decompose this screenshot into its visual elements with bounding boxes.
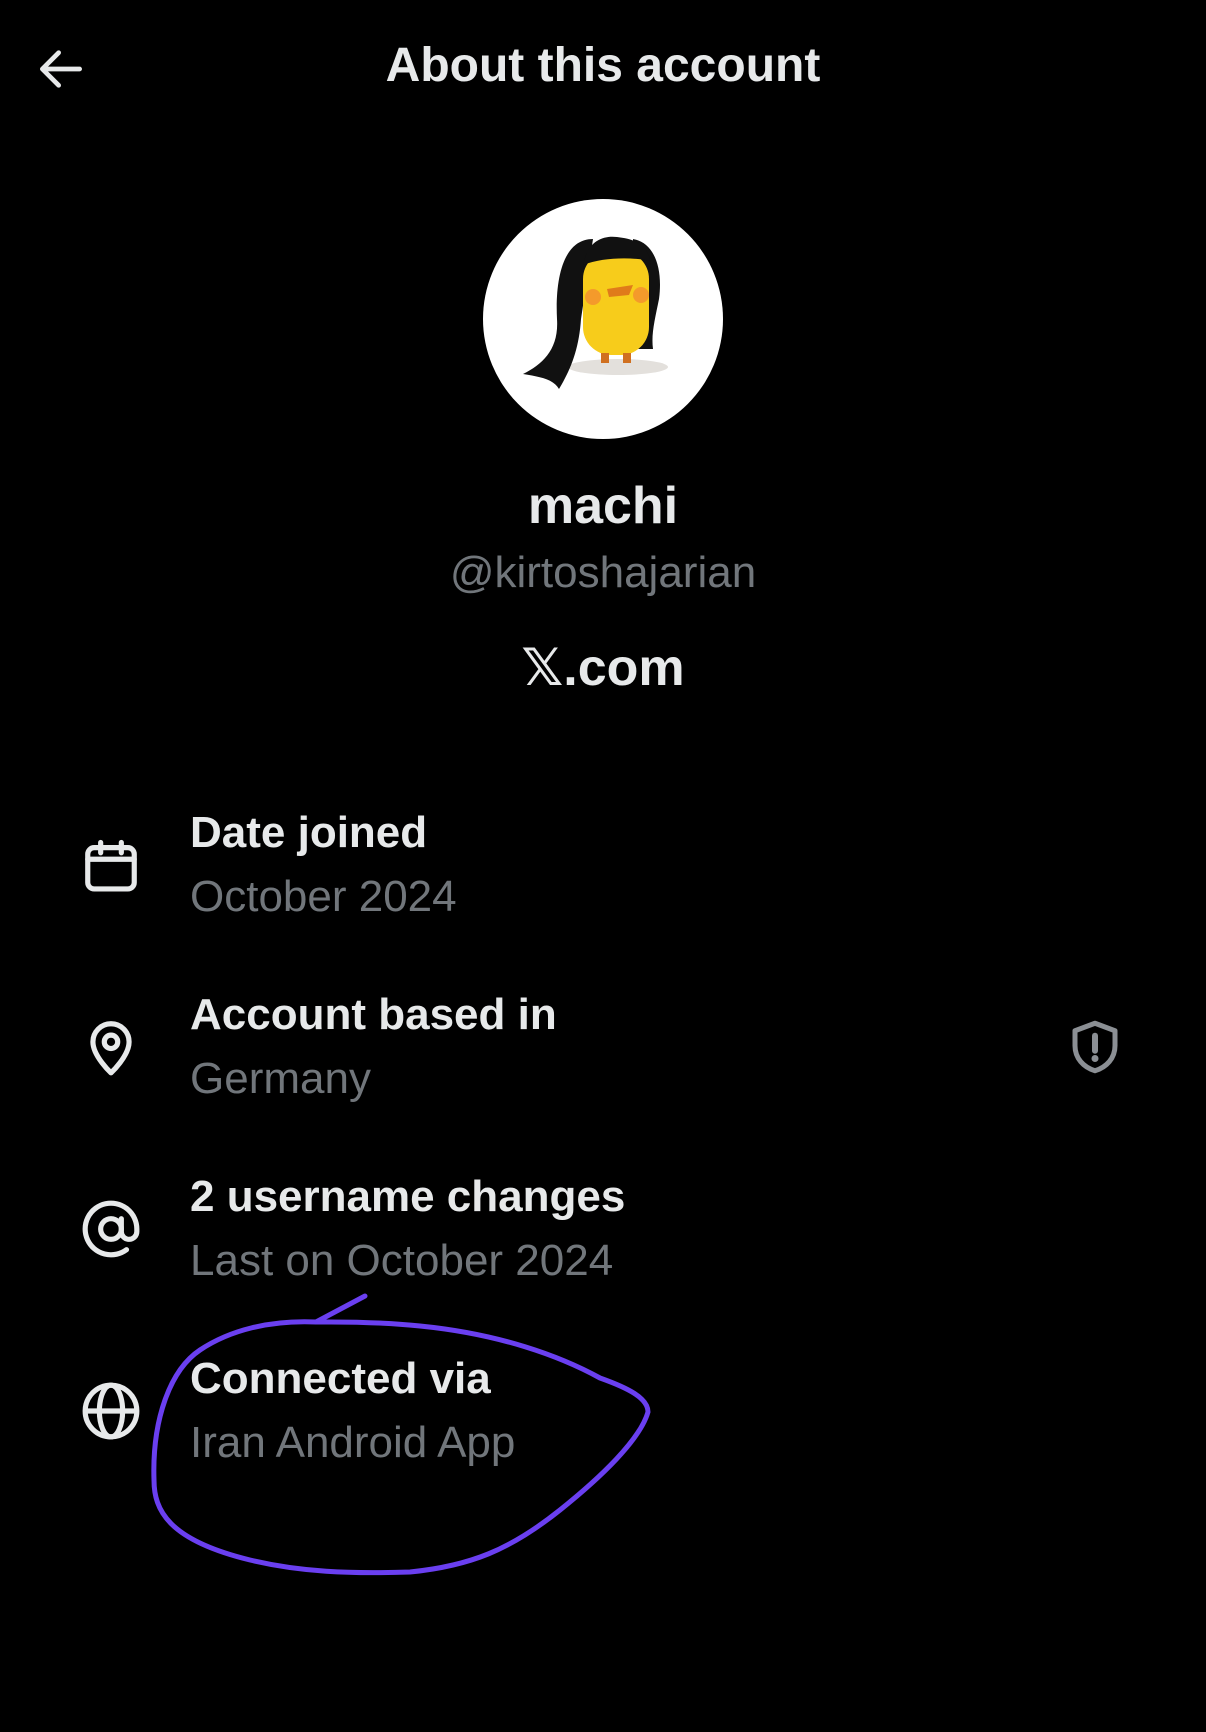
location-pin-icon	[78, 1014, 144, 1080]
x-brand-label: 𝕏.com	[521, 639, 685, 697]
connected-via-label: Connected via	[190, 1354, 491, 1403]
username-handle: @kirtoshajarian	[449, 548, 757, 597]
date-joined-value: October 2024	[190, 872, 457, 921]
account-based-in-value: Germany	[190, 1054, 371, 1103]
username-changes-label: 2 username changes	[190, 1172, 626, 1221]
shield-alert-icon[interactable]	[1062, 1014, 1128, 1080]
at-sign-icon	[78, 1196, 144, 1262]
globe-icon	[78, 1378, 144, 1444]
username-changes-value: Last on October 2024	[190, 1236, 614, 1285]
date-joined-label: Date joined	[190, 808, 428, 857]
connected-via-value: Iran Android App	[190, 1418, 516, 1467]
avatar[interactable]	[483, 199, 723, 439]
display-name: machi	[527, 477, 679, 535]
avatar-illustration	[523, 236, 668, 389]
account-based-in-label: Account based in	[190, 990, 557, 1039]
calendar-icon	[78, 834, 144, 900]
page-title: About this account	[385, 39, 821, 92]
